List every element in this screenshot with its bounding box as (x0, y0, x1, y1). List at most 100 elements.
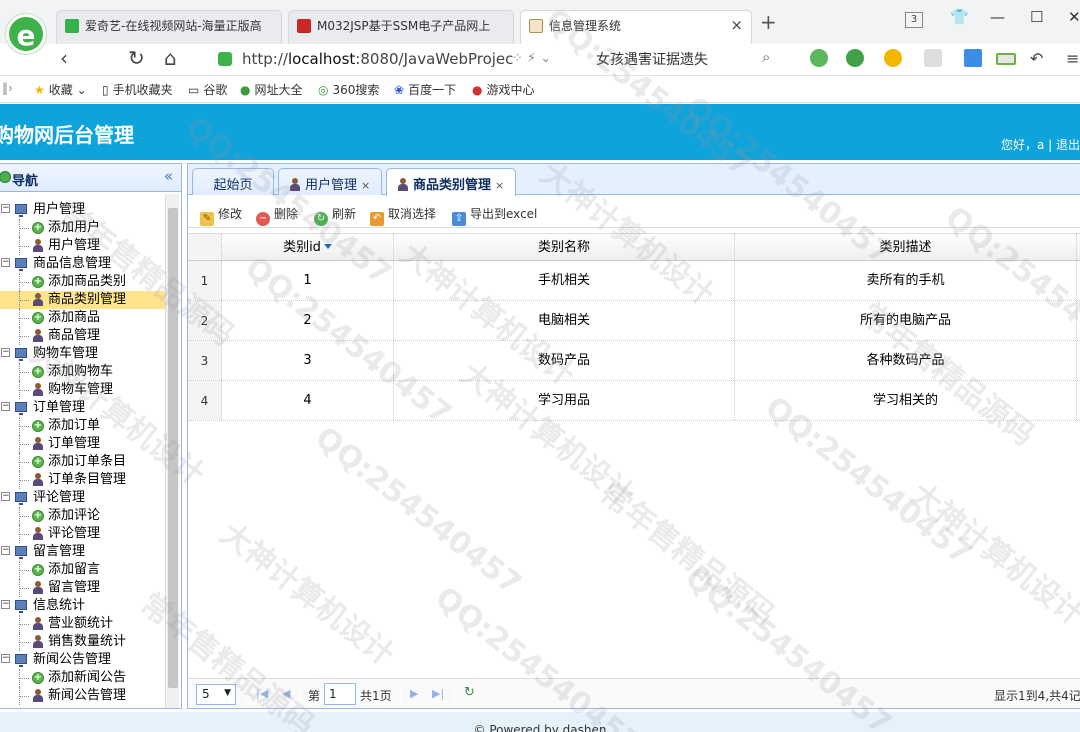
close-window-icon[interactable]: ✕ (1068, 8, 1080, 26)
collapse-icon[interactable]: − (1, 348, 10, 357)
table-row[interactable]: 1 1 手机相关 卖所有的手机 (188, 261, 1080, 301)
collapse-icon[interactable]: − (1, 492, 10, 501)
tab-category-management[interactable]: 商品类别管理 × (386, 168, 516, 196)
maximize-icon[interactable]: ☐ (1030, 8, 1043, 26)
search-icon[interactable]: ⌕ (762, 48, 770, 66)
sidebar-item[interactable]: 留言管理 (0, 579, 167, 597)
column-header-desc[interactable]: 类别描述 (735, 234, 1077, 260)
sidebar-item[interactable]: 新闻公告管理 (0, 687, 167, 705)
table-row[interactable]: 3 3 数码产品 各种数码产品 (188, 341, 1080, 381)
sidebar-item[interactable]: 商品管理 (0, 327, 167, 345)
sidebar-item[interactable]: + 添加订单条目 (0, 453, 167, 471)
close-tab-icon[interactable]: × (361, 179, 370, 192)
table-row[interactable]: 2 2 电脑相关 所有的电脑产品 (188, 301, 1080, 341)
sidebar-item[interactable]: + 添加购物车 (0, 363, 167, 381)
bookmark-item[interactable]: ▭ 谷歌 (188, 81, 227, 98)
battery-icon[interactable] (996, 53, 1016, 65)
extension-grid-icon[interactable] (964, 49, 982, 67)
sidebar-group-1[interactable]: − 商品信息管理 (0, 255, 167, 273)
tab-home[interactable]: 起始页 (192, 168, 274, 195)
sidebar-group-0[interactable]: − 用户管理 (0, 201, 167, 219)
sidebar-group-5[interactable]: − 留言管理 (0, 543, 167, 561)
sidebar-item[interactable]: + 添加评论 (0, 507, 167, 525)
sidebar-item[interactable]: 销售数量统计 (0, 633, 167, 651)
browser-tab-strip: e 爱奇艺-在线视频网站-海量正版高 M032JSP基于SSM电子产品网上 信息… (0, 0, 1080, 54)
bookmark-item[interactable]: ▯ 手机收藏夹 (102, 81, 173, 98)
menu-icon[interactable]: ≡ (1066, 49, 1079, 68)
sidebar-group-3[interactable]: − 订单管理 (0, 399, 167, 417)
bookmark-item[interactable]: ★ 收藏 ⌄ (34, 81, 87, 98)
search-query-field[interactable]: 女孩遇害证据遗失 (596, 49, 708, 69)
delete-button[interactable]: − 删除 (256, 205, 298, 226)
bookmark-item[interactable]: ● 游戏中心 (472, 81, 535, 98)
sidebar-item[interactable]: 营业额统计 (0, 615, 167, 633)
sidebar-item[interactable]: 购物车管理 (0, 381, 167, 399)
sidebar-scrollbar[interactable] (165, 194, 179, 708)
reload-icon[interactable]: ↻ (128, 46, 145, 70)
prev-page-icon[interactable]: ◀ (282, 687, 290, 700)
collapse-icon[interactable]: − (1, 546, 10, 555)
column-header-id[interactable]: 类别id (222, 234, 394, 260)
browser-tab-admin[interactable]: 信息管理系统 × (520, 10, 752, 44)
extension-scissors-icon[interactable] (810, 49, 828, 67)
reload-page-icon[interactable]: ↻ (464, 685, 475, 700)
collapse-icon[interactable]: − (1, 204, 10, 213)
sidebar-toggle-icon[interactable]: ‖› (2, 81, 13, 95)
sidebar-item[interactable]: + 添加商品 (0, 309, 167, 327)
sidebar-item[interactable]: + 添加用户 (0, 219, 167, 237)
cancel-select-button[interactable]: ↶ 取消选择 (370, 205, 436, 226)
sidebar-item[interactable]: 用户管理 (0, 237, 167, 255)
bookmark-item[interactable]: ❀ 百度一下 (394, 81, 456, 98)
bookmark-item[interactable]: ◎ 360搜索 (318, 81, 379, 98)
minimize-icon[interactable]: — (990, 8, 1005, 26)
scrollbar-thumb[interactable] (168, 208, 178, 688)
sidebar-item[interactable]: 订单条目管理 (0, 471, 167, 489)
sidebar-group-label: 信息统计 (33, 598, 86, 613)
export-excel-button[interactable]: ⇪ 导出到excel (452, 205, 537, 226)
column-header-name[interactable]: 类别名称 (394, 234, 735, 260)
browser-tab-project[interactable]: M032JSP基于SSM电子产品网上 (288, 10, 514, 44)
bookmark-item[interactable]: ● 网址大全 (240, 81, 303, 98)
collapse-icon[interactable]: − (1, 600, 10, 609)
new-tab-button[interactable]: + (760, 10, 777, 34)
collapse-icon[interactable]: − (1, 654, 10, 663)
refresh-button[interactable]: ↻ 刷新 (314, 205, 356, 226)
sidebar-item[interactable]: + 添加商品类别 (0, 273, 167, 291)
sidebar-item[interactable]: + 添加新闻公告 (0, 669, 167, 687)
next-page-icon[interactable]: ▶ (410, 687, 418, 700)
current-page-input[interactable]: 1 (324, 683, 356, 705)
table-row[interactable]: 4 4 学习用品 学习相关的 (188, 381, 1080, 421)
close-tab-icon[interactable]: × (495, 179, 504, 192)
window-count-badge[interactable]: 3 (905, 12, 923, 28)
url-tools-icon[interactable]: ⁘ ⚡ ⌄ (512, 51, 551, 66)
collapse-icon[interactable]: − (1, 402, 10, 411)
close-tab-icon[interactable]: × (730, 16, 743, 34)
browser-window: e 爱奇艺-在线视频网站-海量正版高 M032JSP基于SSM电子产品网上 信息… (0, 0, 1080, 732)
browser-tab-iqiyi[interactable]: 爱奇艺-在线视频网站-海量正版高 (56, 10, 282, 44)
collapse-icon[interactable]: − (1, 258, 10, 267)
sidebar-group-6[interactable]: − 信息统计 (0, 597, 167, 615)
sidebar-group-label: 评论管理 (33, 490, 86, 505)
page-size-select[interactable]: 5 ▼ (196, 684, 236, 705)
last-page-icon[interactable]: ▶| (432, 687, 444, 700)
sidebar-item[interactable]: 订单管理 (0, 435, 167, 453)
sidebar-group-2[interactable]: − 购物车管理 (0, 345, 167, 363)
extension-translate-icon[interactable] (846, 49, 864, 67)
home-icon[interactable]: ⌂ (164, 46, 177, 70)
undo-icon[interactable]: ↶ (1030, 49, 1043, 68)
back-icon[interactable]: ‹ (60, 46, 68, 70)
user-greeting[interactable]: 您好，a | 退出 (1001, 136, 1080, 153)
tab-user-management[interactable]: 用户管理 × (278, 168, 382, 195)
sidebar-item[interactable]: + 添加留言 (0, 561, 167, 579)
extension-mail-icon[interactable] (924, 49, 942, 67)
sidebar-item[interactable]: 商品类别管理 (0, 291, 167, 309)
extension-coin-icon[interactable] (884, 49, 902, 67)
collapse-sidebar-icon[interactable]: « (164, 167, 173, 185)
sidebar-item[interactable]: 评论管理 (0, 525, 167, 543)
edit-button[interactable]: ✎ 修改 (200, 205, 242, 226)
sidebar-item[interactable]: + 添加订单 (0, 417, 167, 435)
first-page-icon[interactable]: |◀ (256, 687, 268, 700)
sidebar-group-7[interactable]: − 新闻公告管理 (0, 651, 167, 669)
shirt-icon[interactable]: 👕 (950, 8, 969, 26)
sidebar-group-4[interactable]: − 评论管理 (0, 489, 167, 507)
